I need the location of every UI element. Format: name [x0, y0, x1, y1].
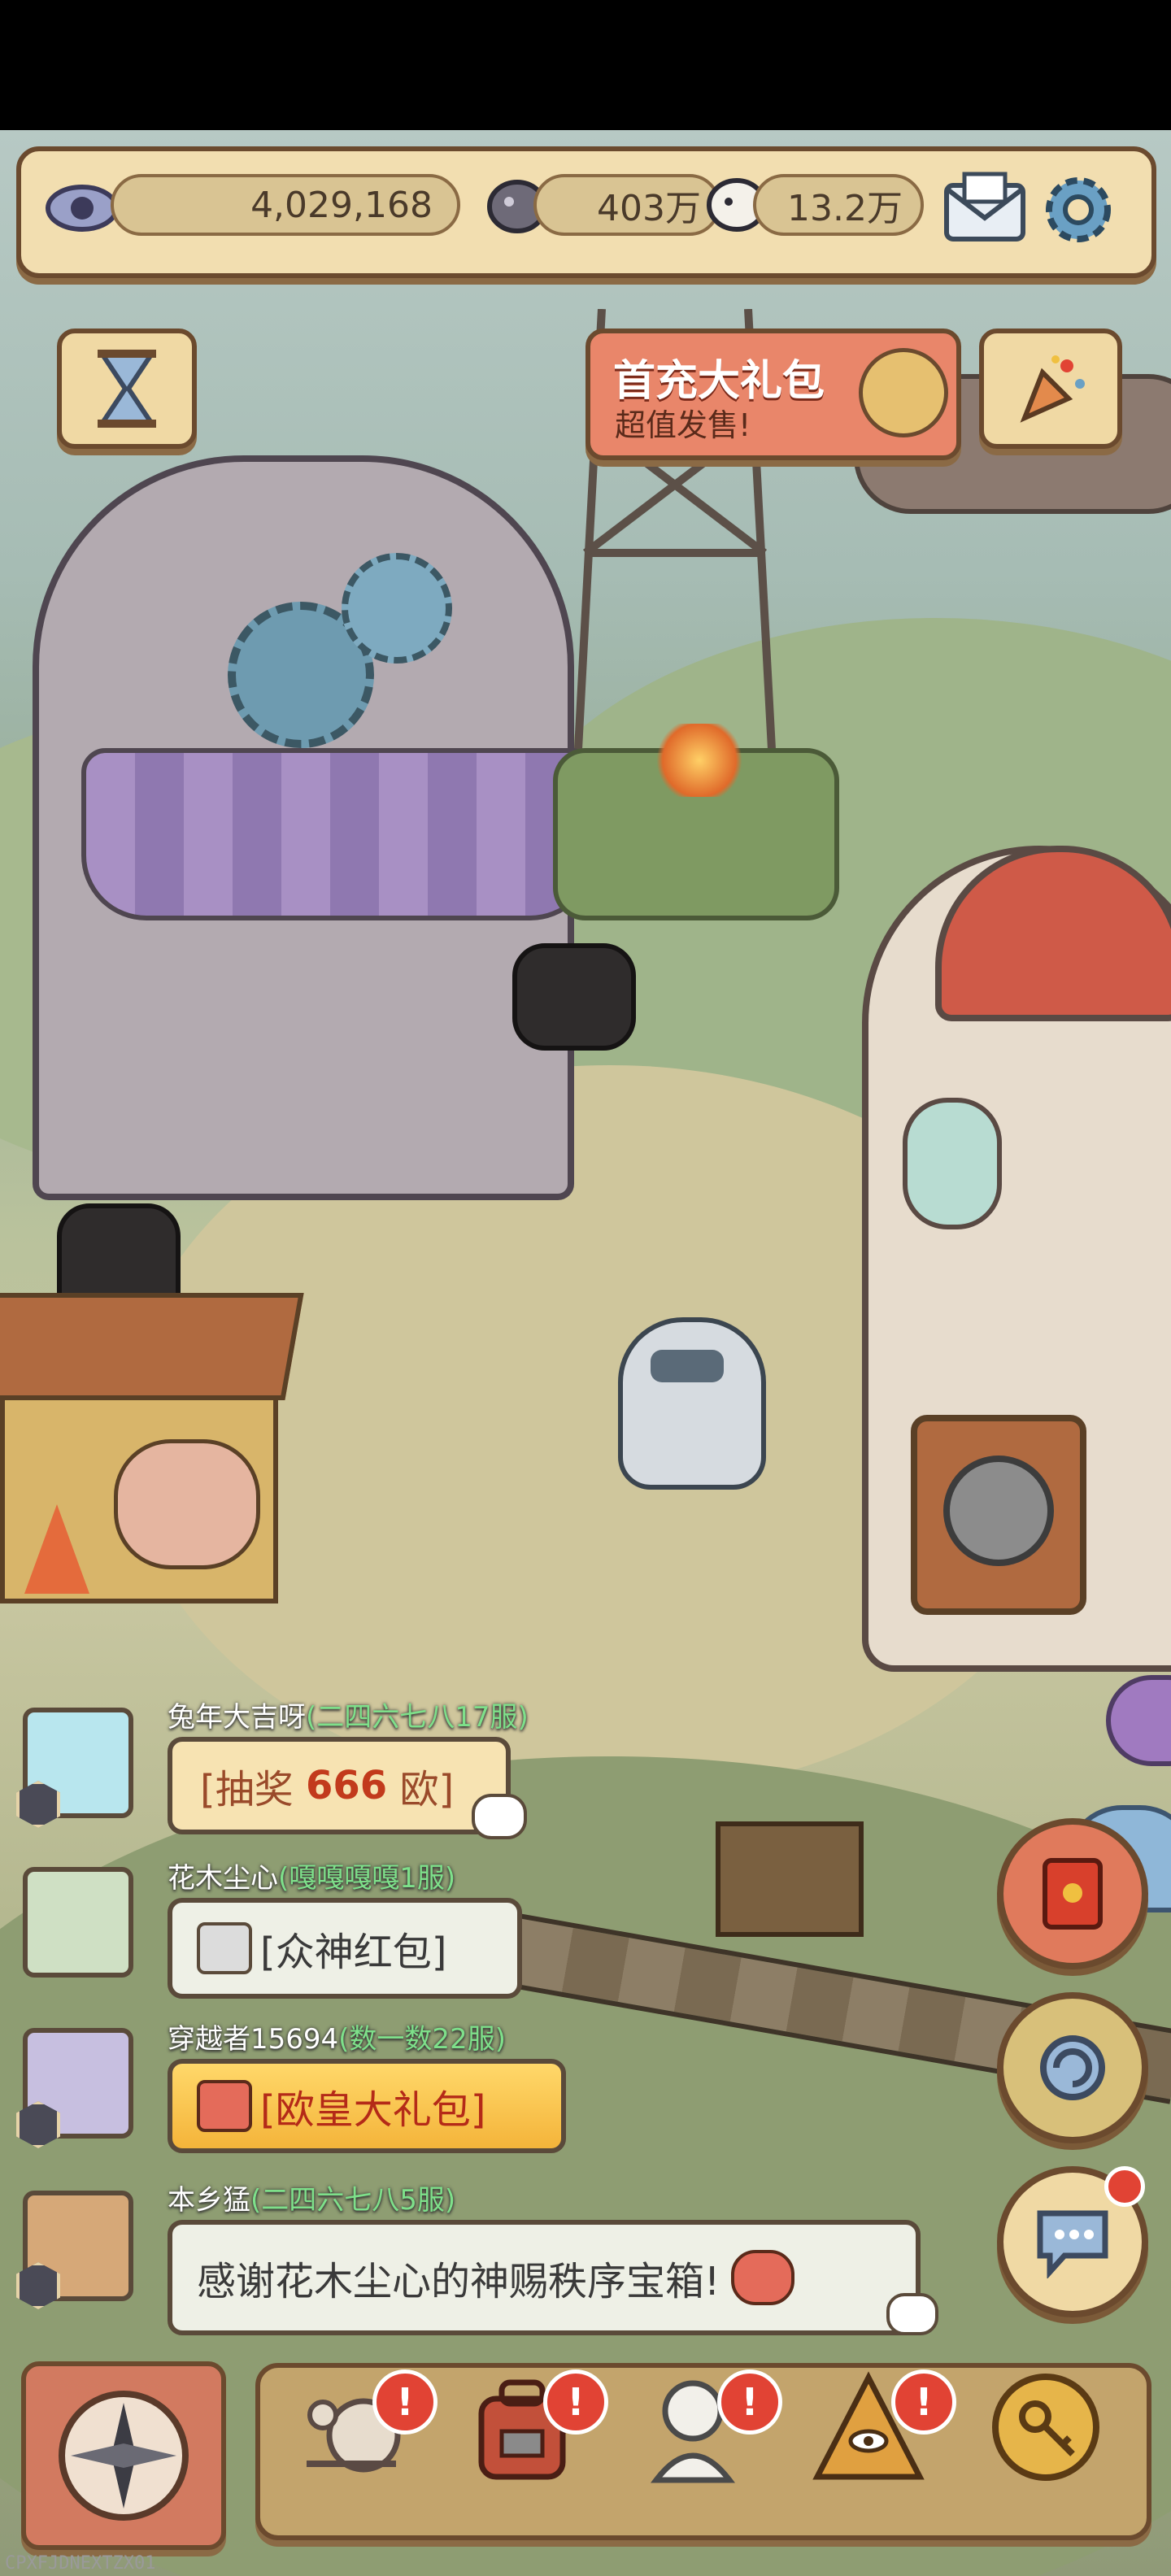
chat-user-name: 花木尘心 [168, 1862, 278, 1895]
alert-badge: ! [372, 2369, 437, 2435]
rocket-door-wheel [943, 1456, 1054, 1566]
speech-bubble-icon [886, 2293, 938, 2335]
gear-decoration [342, 553, 452, 664]
banner-subtitle: 超值发售! [615, 407, 751, 443]
dog-house-roof [0, 1293, 304, 1400]
coin-count: 403万 [597, 188, 701, 229]
red-packet-button[interactable] [997, 1818, 1148, 1969]
key-coin-icon [992, 2374, 1099, 2481]
compass-button[interactable] [21, 2361, 226, 2550]
red-envelope-icon [197, 1922, 252, 1974]
eye-icon[interactable] [46, 176, 119, 241]
robot-visor [651, 1350, 724, 1382]
party-popper-button[interactable] [979, 329, 1122, 449]
chat-username: 兔年大吉呀(二四六七八17服) [168, 1695, 529, 1734]
chat-message-highlight: 666 [306, 1763, 388, 1808]
notification-dot [1104, 2166, 1145, 2207]
nav-key-button[interactable] [973, 2358, 1119, 2496]
bubble-count: 13.2万 [787, 188, 903, 229]
chat-server-name: (嘎嘎嘎嘎1服) [278, 1862, 456, 1895]
mail-icon[interactable] [940, 169, 1030, 247]
views-counter: 4,029,168 [111, 174, 460, 236]
chat-username: 花木尘心(嘎嘎嘎嘎1服) [168, 1856, 455, 1895]
crab-emoji-icon [731, 2250, 795, 2305]
views-count: 4,029,168 [250, 184, 433, 226]
avatar[interactable] [23, 1867, 133, 1978]
chat-user-name: 穿越者15694 [168, 2023, 339, 2056]
wooden-crate[interactable] [716, 1821, 864, 1937]
first-recharge-banner[interactable]: 首充大礼包 超值发售! [586, 329, 961, 460]
alert-badge: ! [717, 2369, 782, 2435]
party-popper-icon [1020, 355, 1085, 423]
alert-badge: ! [543, 2369, 608, 2435]
chat-username: 本乡猛(二四六七八5服) [168, 2178, 455, 2217]
mushroom-decoration [1106, 1675, 1171, 1766]
chat-message-suffix: 欧] [387, 1767, 455, 1812]
chat-server-name: (数一数22服) [338, 2023, 506, 2056]
footer-code: CPXFJDNEXTZX01 [5, 2553, 156, 2574]
chat-bubble[interactable]: 感谢花木尘心的神赐秩序宝箱! [168, 2220, 921, 2335]
chat-user-name: 兔年大吉呀 [168, 1701, 306, 1734]
traffic-cone [24, 1504, 89, 1594]
chat-bubble[interactable]: [欧皇大礼包] [168, 2059, 566, 2153]
settings-gear-icon[interactable] [1038, 169, 1119, 250]
campfire [651, 724, 748, 797]
bubble-counter: 13.2万 [753, 174, 924, 236]
compass-star-icon [59, 2391, 189, 2521]
coin-counter: 403万 [533, 174, 720, 236]
red-envelope-icon [1043, 1858, 1103, 1930]
pig-character[interactable] [114, 1439, 260, 1569]
tire-stack [512, 943, 636, 1051]
crab-mascot-icon [859, 348, 948, 437]
swirl-icon [1040, 2035, 1105, 2100]
gift-pack-icon [197, 2080, 252, 2132]
chat-server-name: (二四六七八17服) [306, 1701, 529, 1734]
refresh-swirl-button[interactable] [997, 1992, 1148, 2143]
chat-message: [众神红包] [260, 1930, 447, 1975]
hourglass-button[interactable] [57, 329, 197, 449]
awning [81, 748, 595, 920]
chat-message: [欧皇大礼包] [260, 2087, 486, 2133]
chat-icon [1037, 2210, 1108, 2278]
chat-message-prefix: [抽奖 [200, 1767, 306, 1812]
chat-server-name: (二四六七八5服) [250, 2184, 456, 2217]
chat-bubble[interactable]: [抽奖 666 欧] [168, 1737, 511, 1834]
hourglass-icon [98, 350, 156, 428]
banner-title: 首充大礼包 [613, 357, 825, 406]
chat-user-name: 本乡猛 [168, 2184, 250, 2217]
chat-username: 穿越者15694(数一数22服) [168, 2017, 506, 2056]
chat-message: 感谢花木尘心的神赐秩序宝箱! [197, 2259, 720, 2304]
rocket-window [903, 1098, 1002, 1229]
robot-character[interactable] [618, 1317, 766, 1490]
resource-bar: 4,029,168 403万 13.2万 [16, 146, 1156, 278]
speech-bubble-icon [472, 1794, 527, 1839]
alert-badge: ! [891, 2369, 956, 2435]
chat-bubble[interactable]: [众神红包] [168, 1898, 522, 1999]
